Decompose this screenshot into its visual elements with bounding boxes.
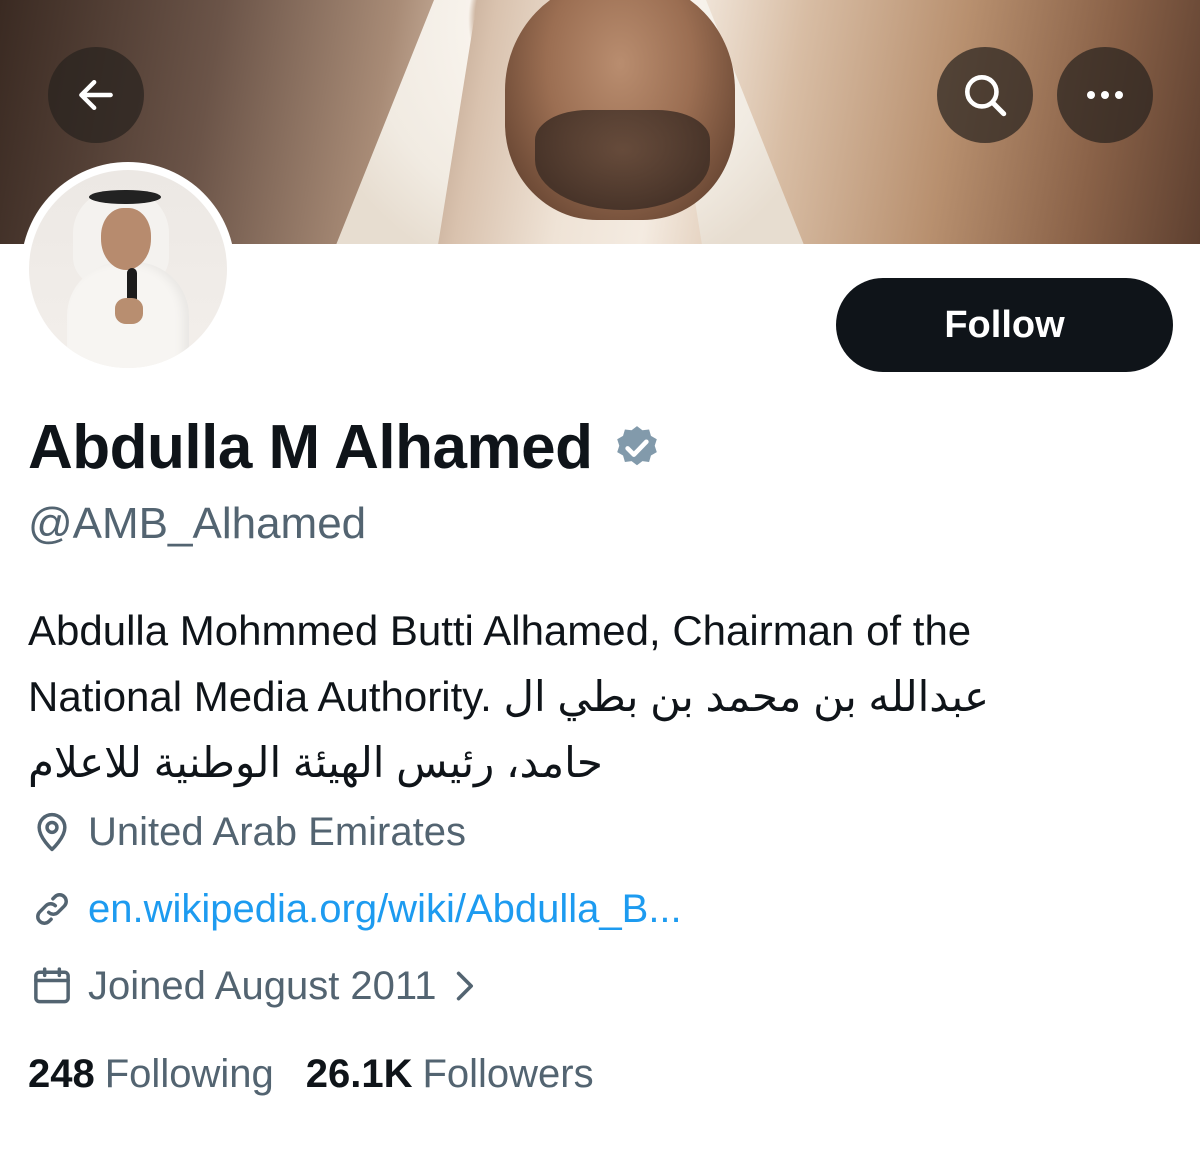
search-button[interactable] bbox=[937, 47, 1033, 143]
avatar-face bbox=[101, 208, 151, 270]
website-link[interactable]: en.wikipedia.org/wiki/Abdulla_B... bbox=[88, 884, 682, 934]
following-label: Following bbox=[104, 1052, 274, 1096]
avatar-agal bbox=[89, 190, 161, 204]
following-stat[interactable]: 248 Following bbox=[28, 1048, 274, 1100]
profile-stats: 248 Following 26.1K Followers bbox=[28, 1048, 594, 1100]
chevron-right-icon bbox=[457, 971, 474, 1001]
banner-portrait-beard bbox=[535, 110, 710, 210]
verified-badge-icon[interactable] bbox=[612, 423, 662, 473]
profile-location: United Arab Emirates bbox=[30, 807, 466, 857]
avatar-hand bbox=[115, 298, 143, 324]
bio-line: Abdulla Mohmmed Butti Alhamed, Chairman … bbox=[28, 607, 972, 654]
followers-label: Followers bbox=[422, 1052, 594, 1096]
avatar-photo bbox=[29, 170, 227, 368]
location-text: United Arab Emirates bbox=[88, 810, 466, 854]
bio-line: حامد، رئيس الهيئة الوطنية للاعلام bbox=[28, 739, 603, 786]
display-name-text: Abdulla M Alhamed bbox=[28, 413, 593, 482]
location-pin-icon bbox=[37, 812, 67, 852]
back-button[interactable] bbox=[48, 47, 144, 143]
profile-avatar[interactable] bbox=[21, 162, 235, 376]
calendar-icon bbox=[34, 967, 70, 1004]
follow-button[interactable]: Follow bbox=[836, 278, 1173, 372]
profile-display-name: Abdulla M Alhamed bbox=[28, 412, 662, 484]
followers-count: 26.1K bbox=[305, 1052, 413, 1096]
following-count: 248 bbox=[28, 1052, 95, 1096]
arrow-left-icon bbox=[79, 79, 113, 111]
more-options-button[interactable] bbox=[1057, 47, 1153, 143]
search-icon bbox=[965, 75, 1007, 117]
profile-handle: @AMB_Alhamed bbox=[28, 499, 367, 548]
more-horizontal-icon bbox=[1087, 91, 1123, 99]
profile-joined-date[interactable]: Joined August 2011 bbox=[30, 961, 478, 1011]
profile-website[interactable]: en.wikipedia.org/wiki/Abdulla_B... bbox=[30, 884, 682, 934]
bio-line: National Media Authority. عبدالله بن محم… bbox=[28, 673, 990, 720]
followers-stat[interactable]: 26.1K Followers bbox=[306, 1048, 594, 1100]
profile-bio: Abdulla Mohmmed Butti Alhamed, Chairman … bbox=[28, 598, 1148, 796]
joined-text: Joined August 2011 bbox=[88, 964, 437, 1008]
link-icon bbox=[36, 893, 68, 925]
